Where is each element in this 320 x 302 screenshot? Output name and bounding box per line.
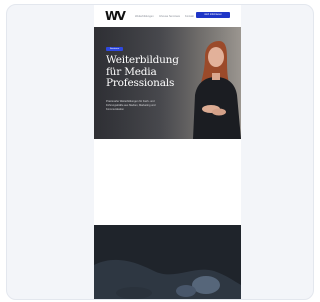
hero-section: Seminare Weiterbildung für Media Profess… [94,27,241,139]
hero-portrait-image [193,41,241,139]
site-logo[interactable]: WV [105,10,126,22]
hero-headline-line: für Media [106,65,157,78]
hero-badge: Seminare [106,47,123,51]
content-section [94,139,241,225]
dark-image-section [94,225,241,299]
nav-link-kontakt[interactable]: Kontakt [185,14,195,19]
hero-headline-line: Weiterbildung [106,54,179,66]
nav-link-inhouse[interactable]: Inhouse Seminare [159,14,183,19]
site-header: WV Weiterbildungen Inhouse Seminare Kont… [94,5,241,27]
nav-link-weiterbildungen[interactable]: Weiterbildungen [135,14,157,19]
preview-card: WV Weiterbildungen Inhouse Seminare Kont… [6,4,314,300]
hero-headline: Weiterbildung für Media Professionals [106,54,190,90]
mobile-page-preview[interactable]: WV Weiterbildungen Inhouse Seminare Kont… [94,5,241,299]
hero-subtext: Praxisnahe Weiterbildungen für Fach- und… [106,100,156,111]
header-cta-button[interactable]: Jetzt informieren [196,12,230,18]
section-background-image [94,225,241,299]
hero-headline-line: Professionals [106,77,175,89]
